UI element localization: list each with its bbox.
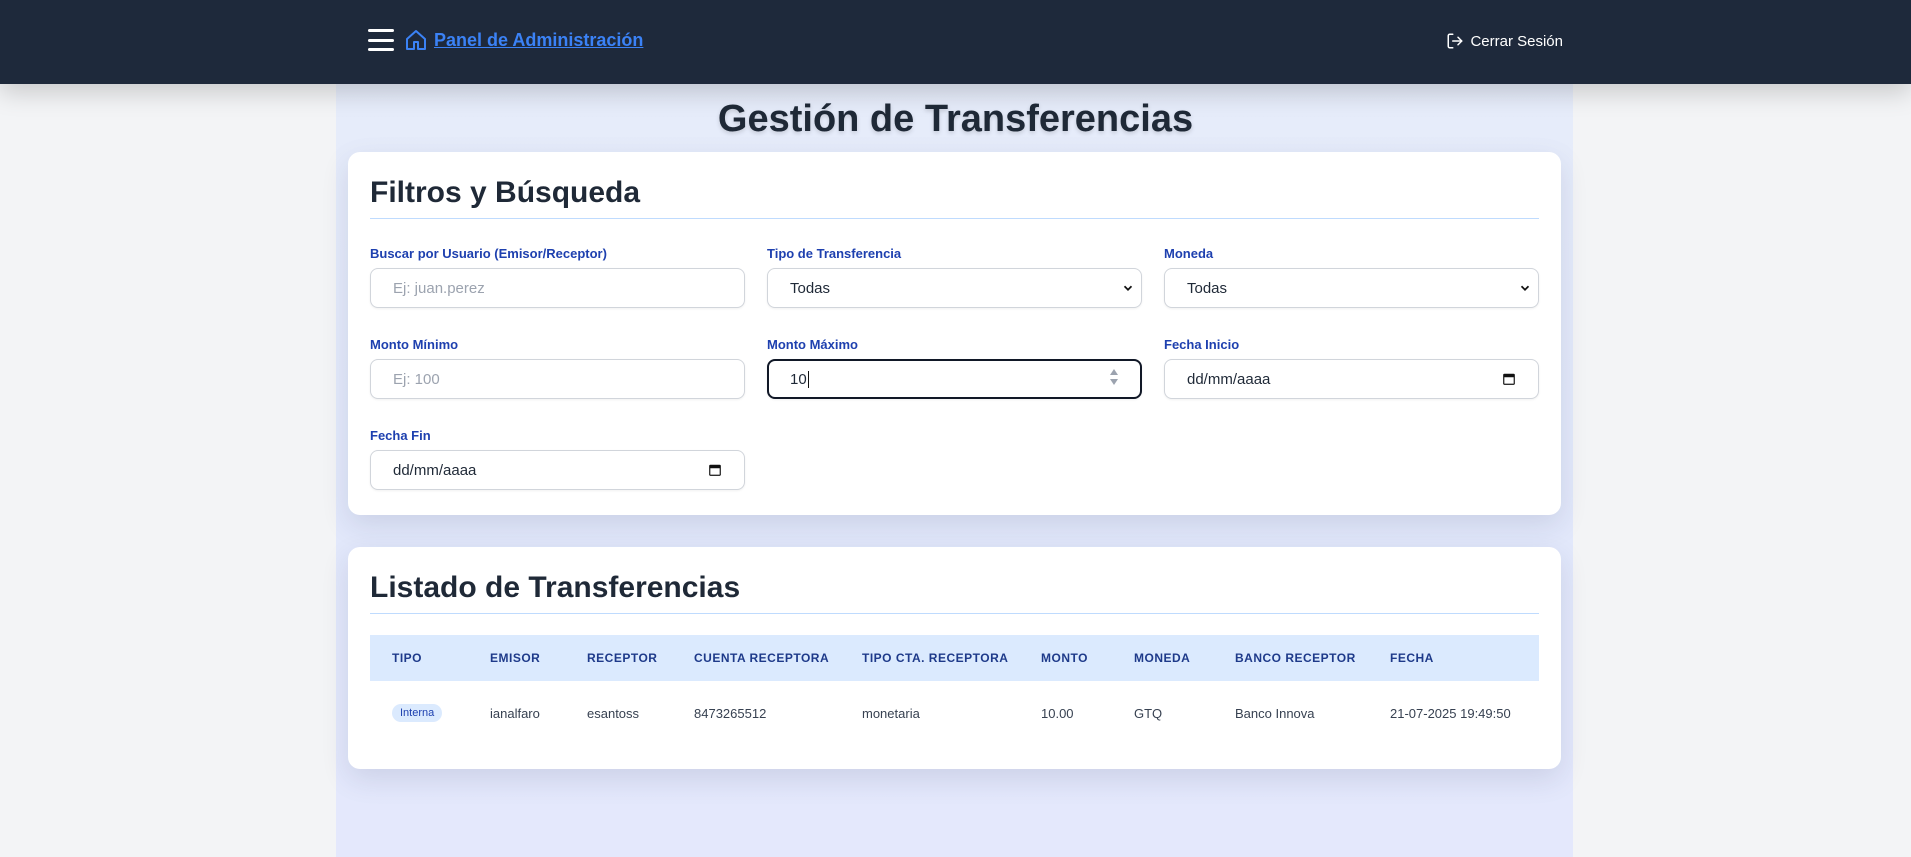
top-navbar: Panel de Administración Cerrar Sesión [0,0,1911,84]
listing-title: Listado de Transferencias [370,571,741,604]
calendar-icon[interactable] [1502,372,1516,386]
cell-banco: Banco Innova [1235,705,1315,721]
type-field: Tipo de Transferencia Todas [767,246,1142,308]
nav-left: Panel de Administración [368,28,643,52]
type-label: Tipo de Transferencia [767,246,902,261]
cell-tipo-cta: monetaria [862,705,920,721]
cell-tipo: Interna [370,681,468,745]
table-row[interactable]: Interna ianalfaro esantoss 8473265512 mo… [370,681,1539,745]
start-date-label: Fecha Inicio [1164,337,1240,352]
start-date-field: Fecha Inicio dd/mm/aaaa [1164,337,1539,399]
hamburger-menu-icon[interactable] [368,29,394,51]
col-header-cuenta[interactable]: CUENTA RECEPTORA [672,635,840,681]
filters-card: Filtros y Búsqueda Buscar por Usuario (E… [348,152,1561,515]
search-user-input[interactable]: Ej: juan.perez [370,268,745,308]
listing-divider [370,613,1539,614]
cell-receptor: esantoss [587,705,640,721]
min-amount-field: Monto Mínimo Ej: 100 [370,337,745,399]
min-amount-label: Monto Mínimo [370,337,459,352]
search-user-label: Buscar por Usuario (Emisor/Receptor) [370,246,607,261]
cell-cuenta: 8473265512 [694,705,767,721]
search-user-field: Buscar por Usuario (Emisor/Receptor) Ej:… [370,246,745,308]
type-select-value: Todas [790,279,831,297]
logout-icon [1447,33,1463,49]
end-date-label: Fecha Fin [370,428,431,443]
currency-label: Moneda [1164,246,1214,261]
listing-card: Listado de Transferencias TIPO EMISOR RE… [348,547,1561,769]
currency-select-value: Todas [1187,279,1228,297]
max-amount-label: Monto Máximo [767,337,858,352]
logout-label: Cerrar Sesión [1470,32,1563,50]
end-date-value: dd/mm/aaaa [393,461,477,479]
type-badge: Interna [392,704,443,722]
cell-emisor: ianalfaro [490,705,540,721]
filters-divider [370,218,1539,219]
cell-fecha: 21-07-2025 19:49:50 [1390,705,1511,721]
chevron-down-icon [1520,285,1530,291]
currency-select[interactable]: Todas [1164,268,1539,308]
logout-button[interactable]: Cerrar Sesión [1446,32,1563,50]
type-select[interactable]: Todas [767,268,1142,308]
start-date-input[interactable]: dd/mm/aaaa [1164,359,1539,399]
chevron-down-icon [1123,285,1133,291]
max-amount-input[interactable]: 10 [767,359,1142,399]
start-date-value: dd/mm/aaaa [1187,370,1271,388]
filters-title: Filtros y Búsqueda [370,176,641,209]
currency-field: Moneda Todas [1164,246,1539,308]
end-date-input[interactable]: dd/mm/aaaa [370,450,745,490]
transfers-table: TIPO EMISOR RECEPTOR CUENTA RECEPTORA TI… [370,635,1539,745]
end-date-field: Fecha Fin dd/mm/aaaa [370,428,745,490]
page-title: Gestión de Transferencias [717,98,1194,140]
col-header-receptor[interactable]: RECEPTOR [565,635,672,681]
col-header-emisor[interactable]: EMISOR [468,635,565,681]
col-header-tipo[interactable]: TIPO [370,635,468,681]
col-header-banco[interactable]: BANCO RECEPTOR [1213,635,1368,681]
max-amount-value: 10 [790,370,807,388]
col-header-fecha[interactable]: FECHA [1368,635,1539,681]
cell-moneda: GTQ [1134,705,1163,721]
col-header-moneda[interactable]: MONEDA [1112,635,1213,681]
number-spinner[interactable] [1110,369,1118,385]
col-header-tipo-cta[interactable]: TIPO CTA. RECEPTORA [840,635,1019,681]
brand-link[interactable]: Panel de Administración [434,30,643,51]
calendar-icon[interactable] [708,463,722,477]
cell-monto: 10.00 [1041,705,1074,721]
max-amount-field: Monto Máximo 10 [767,337,1142,399]
table-header-row: TIPO EMISOR RECEPTOR CUENTA RECEPTORA TI… [370,635,1539,681]
col-header-monto[interactable]: MONTO [1019,635,1112,681]
min-amount-input[interactable]: Ej: 100 [370,359,745,399]
home-icon[interactable] [404,28,428,52]
